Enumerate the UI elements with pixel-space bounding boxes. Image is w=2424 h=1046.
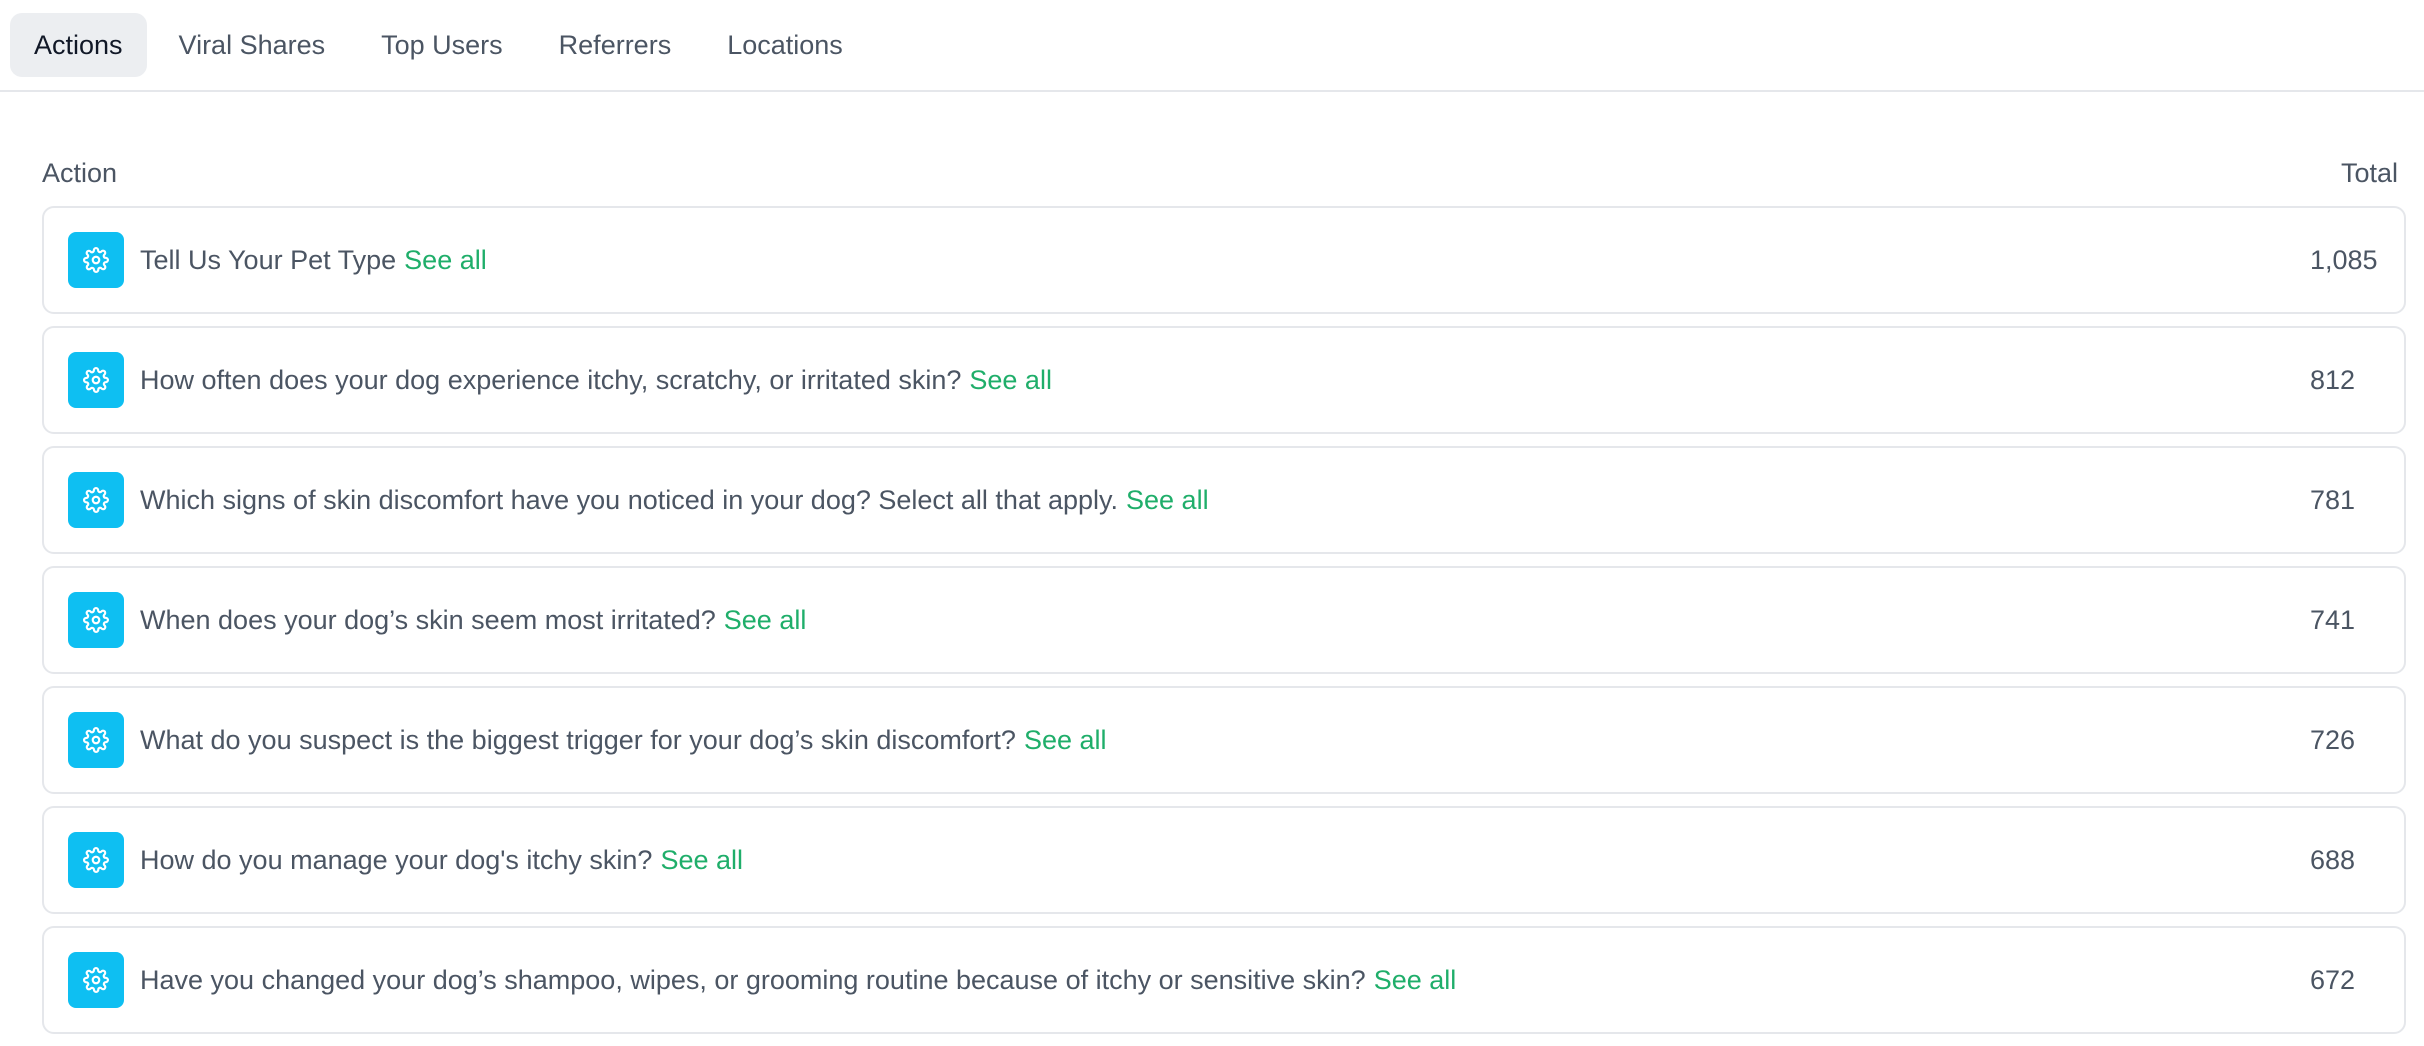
gear-icon [68,952,124,1008]
header-total: Total [2340,157,2398,188]
row-content: How often does your dog experience itchy… [68,352,1052,408]
tab-locations[interactable]: Locations [703,13,867,77]
tab-bar: Actions Viral Shares Top Users Referrers… [0,0,2424,92]
tab-viral-shares[interactable]: Viral Shares [155,13,350,77]
action-label: Tell Us Your Pet Type [140,244,397,275]
tab-actions[interactable]: Actions [10,13,147,77]
row-content: When does your dog’s skin seem most irri… [68,592,806,648]
action-label: When does your dog’s skin seem most irri… [140,604,716,635]
row-content: Which signs of skin discomfort have you … [68,472,1209,528]
row-content: Tell Us Your Pet Type See all [68,232,487,288]
gear-icon [68,712,124,768]
gear-icon [68,592,124,648]
tab-top-users[interactable]: Top Users [357,13,527,77]
tab-referrers[interactable]: Referrers [535,13,696,77]
action-label: How do you manage your dog's itchy skin? [140,844,653,875]
action-label: How often does your dog experience itchy… [140,364,962,395]
row-content: How do you manage your dog's itchy skin?… [68,832,743,888]
see-all-link[interactable]: See all [660,845,743,876]
gear-icon [68,352,124,408]
action-total: 781 [2310,484,2356,515]
table-row[interactable]: How do you manage your dog's itchy skin?… [42,806,2406,914]
table-body: Tell Us Your Pet Type See all 1,085 How … [42,206,2406,1034]
see-all-link[interactable]: See all [969,365,1052,396]
see-all-link[interactable]: See all [1024,725,1107,756]
see-all-link[interactable]: See all [724,605,807,636]
action-total: 1,085 [2310,244,2378,275]
row-content: What do you suspect is the biggest trigg… [68,712,1107,768]
see-all-link[interactable]: See all [1374,965,1457,996]
row-content: Have you changed your dog’s shampoo, wip… [68,952,1456,1008]
see-all-link[interactable]: See all [1126,485,1209,516]
action-label: Which signs of skin discomfort have you … [140,484,1119,515]
action-total: 741 [2310,604,2356,635]
action-label: What do you suspect is the biggest trigg… [140,724,1016,755]
table-header: Action Total [42,140,2406,206]
action-total: 672 [2310,964,2356,995]
gear-icon [68,472,124,528]
gear-icon [68,832,124,888]
table-row[interactable]: How often does your dog experience itchy… [42,326,2406,434]
table-row[interactable]: When does your dog’s skin seem most irri… [42,566,2406,674]
table-row[interactable]: Tell Us Your Pet Type See all 1,085 [42,206,2406,314]
header-action: Action [42,157,118,188]
see-all-link[interactable]: See all [404,245,487,276]
action-total: 726 [2310,724,2356,755]
table-row[interactable]: Have you changed your dog’s shampoo, wip… [42,926,2406,1034]
table-row[interactable]: What do you suspect is the biggest trigg… [42,686,2406,794]
gear-icon [68,232,124,288]
action-total: 812 [2310,364,2356,395]
action-total: 688 [2310,844,2356,875]
action-label: Have you changed your dog’s shampoo, wip… [140,964,1366,995]
table-row[interactable]: Which signs of skin discomfort have you … [42,446,2406,554]
actions-table: Action Total Tell Us Your Pet Type See a… [42,140,2406,1046]
